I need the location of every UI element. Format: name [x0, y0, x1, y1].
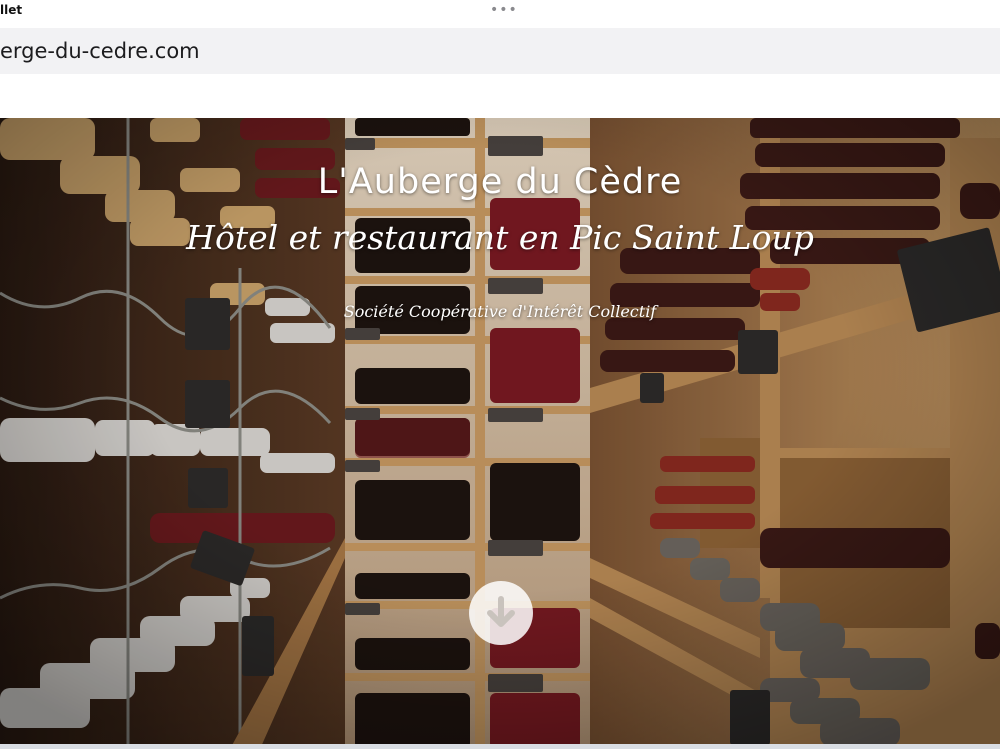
- hero-subtitle: Hôtel et restaurant en Pic Saint Loup: [186, 218, 814, 257]
- wine-cellar-background: [0, 118, 1000, 749]
- url-text[interactable]: erge-du-cedre.com: [0, 39, 200, 63]
- scroll-down-button[interactable]: [469, 581, 533, 645]
- hero-banner: L'Auberge du Cèdre Hôtel et restaurant e…: [0, 118, 1000, 749]
- next-section-edge: [0, 744, 1000, 749]
- address-bar[interactable]: erge-du-cedre.com: [0, 28, 1000, 74]
- page-top-spacer: [0, 74, 1000, 118]
- more-dots-icon[interactable]: •••: [490, 2, 518, 18]
- hero-title: L'Auberge du Cèdre: [317, 162, 683, 202]
- status-bar: llet •••: [0, 0, 1000, 26]
- status-text: llet: [0, 3, 23, 17]
- arrow-down-icon: [487, 596, 515, 627]
- hero-tagline: Société Coopérative d'Intérêt Collectif: [343, 302, 657, 321]
